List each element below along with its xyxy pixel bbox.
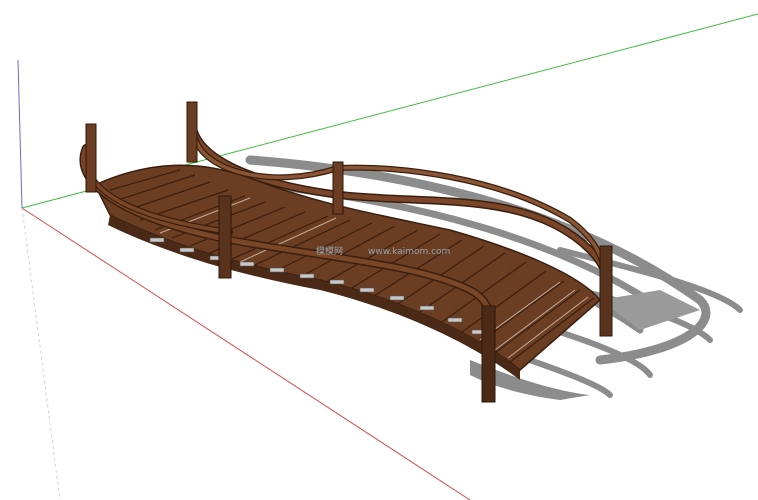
post-front-right xyxy=(481,305,496,403)
post-front-middle xyxy=(218,195,232,279)
watermark-site-url: www.kaimom.com xyxy=(368,247,450,257)
sketchup-viewport: 模模网 www.kaimom.com xyxy=(17,13,758,500)
post-back-left xyxy=(186,101,198,163)
watermark-site-name: 模模网 xyxy=(316,246,343,257)
watermark: 模模网 www.kaimom.com xyxy=(316,246,450,257)
post-front-left xyxy=(85,123,97,193)
blue-axis-line xyxy=(17,59,23,209)
dashed-axis-line xyxy=(21,207,61,500)
post-back-right xyxy=(599,245,613,337)
post-back-middle xyxy=(332,161,344,215)
